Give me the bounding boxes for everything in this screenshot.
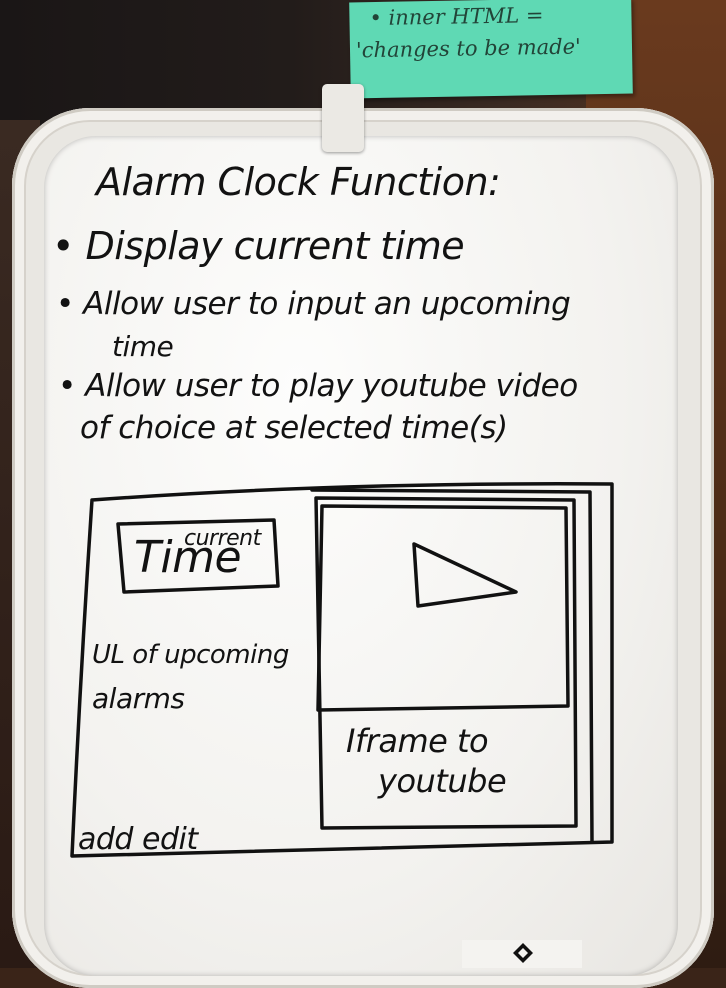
- wireframe-iframe-label-cont: youtube: [378, 762, 507, 800]
- video-area-outline: [316, 504, 570, 712]
- wireframe-list-label: UL of upcoming: [92, 640, 289, 670]
- wireframe-list-label-cont: alarms: [92, 682, 185, 715]
- wireframe-current-label: current: [184, 526, 261, 551]
- play-icon: [412, 542, 518, 608]
- wireframe-add-edit-label: add edit: [78, 822, 198, 857]
- wireframe-iframe-label: Iframe to: [346, 722, 489, 760]
- brand-logo-icon: [513, 943, 533, 963]
